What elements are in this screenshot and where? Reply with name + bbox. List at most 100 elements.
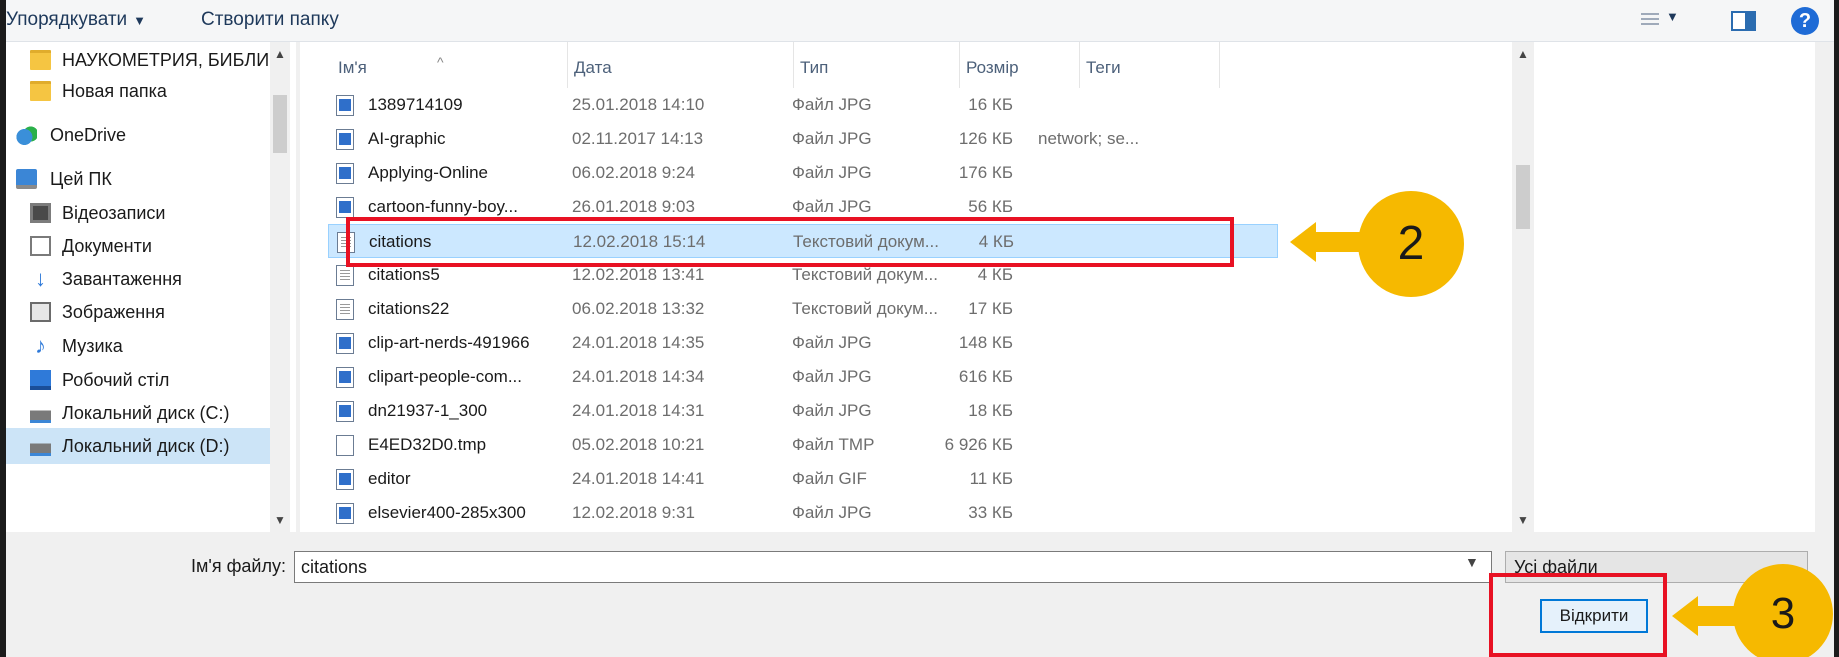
file-type: Файл JPG <box>792 129 872 148</box>
onedrive-icon <box>16 125 37 145</box>
file-name: elsevier400-285x300 <box>368 503 526 522</box>
file-list: Ім'я ^ Дата Тип Розмір Теги 1389714109 2… <box>300 42 1815 532</box>
column-header-tags[interactable]: Теги <box>1080 42 1220 88</box>
scroll-up-icon[interactable]: ▲ <box>1512 44 1534 64</box>
toolbar: Упорядкувати ▼ Створити папку ▼ ? <box>6 0 1834 42</box>
help-icon[interactable]: ? <box>1791 7 1819 35</box>
file-row[interactable]: E4ED32D0.tmp 05.02.2018 10:21 Файл TMP 6… <box>328 428 1268 462</box>
column-header-date[interactable]: Дата <box>568 42 794 88</box>
nav-item-this-pc[interactable]: Цей ПК <box>6 161 276 197</box>
file-type: Файл JPG <box>792 95 872 114</box>
highlight-box-selected-file <box>346 217 1234 267</box>
documents-icon <box>30 236 51 256</box>
file-row[interactable]: dn21937-1_300 24.01.2018 14:31 Файл JPG … <box>328 394 1268 428</box>
new-folder-button[interactable]: Створити папку <box>201 8 339 32</box>
view-details-icon <box>1641 13 1659 28</box>
nav-item-drive-d[interactable]: Локальний диск (D:) <box>6 428 276 464</box>
scroll-down-icon[interactable]: ▼ <box>270 510 290 530</box>
file-size: 16 КБ <box>968 95 1013 114</box>
file-size: 176 КБ <box>958 163 1013 182</box>
arrow-shaft <box>1314 232 1360 252</box>
file-type: Файл JPG <box>792 367 872 386</box>
file-date: 24.01.2018 14:35 <box>572 333 705 352</box>
file-size: 33 КБ <box>968 503 1013 522</box>
arrow-head <box>1290 222 1316 262</box>
file-type: Файл JPG <box>792 163 872 182</box>
arrow-head <box>1672 596 1698 636</box>
nav-item-label: Робочий стіл <box>62 370 170 390</box>
scroll-up-icon[interactable]: ▲ <box>270 44 290 64</box>
nav-item-documents[interactable]: Документи <box>6 228 276 264</box>
file-name: dn21937-1_300 <box>368 401 488 420</box>
file-row[interactable]: citations22 06.02.2018 13:32 Текстовий д… <box>328 292 1268 326</box>
file-size: 18 КБ <box>968 401 1013 420</box>
file-type: Файл JPG <box>792 401 872 420</box>
image-file-icon <box>336 95 354 116</box>
nav-item-onedrive[interactable]: OneDrive <box>6 117 276 153</box>
blank-file-icon <box>336 435 354 456</box>
file-name: 1389714109 <box>368 95 463 114</box>
nav-scrollbar[interactable]: ▲ ▼ <box>270 42 290 532</box>
file-size: 17 КБ <box>968 299 1013 318</box>
filename-input[interactable] <box>294 551 1492 583</box>
drive-icon <box>30 403 51 423</box>
column-header-label: Ім'я <box>338 58 367 77</box>
computer-icon <box>16 169 37 189</box>
nav-item-desktop[interactable]: Робочий стіл <box>6 362 276 398</box>
folder-icon <box>30 81 51 101</box>
chevron-down-icon[interactable]: ▼ <box>1465 554 1479 570</box>
filename-label: Ім'я файлу: <box>191 556 286 576</box>
file-name: citations22 <box>368 299 450 318</box>
file-name: Applying-Online <box>368 163 489 182</box>
preview-pane-icon[interactable] <box>1731 11 1756 31</box>
nav-item-label: Музика <box>62 336 123 356</box>
image-file-icon <box>336 163 354 184</box>
file-row[interactable]: clipart-people-com... 24.01.2018 14:34 Ф… <box>328 360 1268 394</box>
file-name: editor <box>368 469 411 488</box>
file-date: 24.01.2018 14:41 <box>572 469 705 488</box>
file-date: 25.01.2018 14:10 <box>572 95 705 114</box>
nav-item-pictures[interactable]: Зображення <box>6 294 276 330</box>
videos-icon <box>30 203 51 223</box>
nav-item-new-folder[interactable]: Новая папка <box>6 73 276 109</box>
nav-item-videos[interactable]: Відеозаписи <box>6 195 276 231</box>
file-type: Файл JPG <box>792 503 872 522</box>
pictures-icon <box>30 302 51 322</box>
image-file-icon <box>336 401 354 422</box>
file-size: 6 926 КБ <box>944 435 1013 454</box>
file-date: 05.02.2018 10:21 <box>572 435 705 454</box>
file-size: 148 КБ <box>958 333 1013 352</box>
file-list-scrollbar[interactable]: ▲ ▼ <box>1512 42 1534 532</box>
column-header-size[interactable]: Розмір <box>960 42 1080 88</box>
file-row[interactable]: AI-graphic 02.11.2017 14:13 Файл JPG 126… <box>328 122 1268 156</box>
file-row[interactable]: editor 24.01.2018 14:41 Файл GIF 11 КБ <box>328 462 1268 496</box>
file-row[interactable]: Applying-Online 06.02.2018 9:24 Файл JPG… <box>328 156 1268 190</box>
navigation-pane: НАУКОМЕТРИЯ, БИБЛИ Новая папка OneDrive … <box>6 42 296 532</box>
nav-item-music[interactable]: ♪ Музика <box>6 328 276 364</box>
nav-item-label: Цей ПК <box>50 169 112 189</box>
scrollbar-thumb[interactable] <box>273 95 287 153</box>
nav-item-drive-c[interactable]: Локальний диск (C:) <box>6 395 276 431</box>
file-row[interactable]: elsevier400-285x300 12.02.2018 9:31 Файл… <box>328 496 1268 530</box>
folder-icon <box>30 50 51 70</box>
file-type: Файл JPG <box>792 333 872 352</box>
image-file-icon <box>336 129 354 150</box>
change-view-button[interactable]: ▼ <box>1641 9 1683 32</box>
scroll-down-icon[interactable]: ▼ <box>1512 510 1534 530</box>
file-tags: network; se... <box>1038 129 1140 148</box>
file-name: clip-art-nerds-491966 <box>368 333 530 352</box>
frame-edge-right <box>1834 0 1839 657</box>
file-row[interactable]: 1389714109 25.01.2018 14:10 Файл JPG 16 … <box>328 88 1268 122</box>
file-name: AI-graphic <box>368 129 446 148</box>
image-file-icon <box>336 333 354 354</box>
file-row[interactable]: clip-art-nerds-491966 24.01.2018 14:35 Ф… <box>328 326 1268 360</box>
scrollbar-thumb[interactable] <box>1516 165 1530 229</box>
column-header-type[interactable]: Тип <box>794 42 960 88</box>
nav-item-downloads[interactable]: ↓ Завантаження <box>6 261 276 297</box>
organize-label: Упорядкувати <box>6 9 128 30</box>
column-header-name[interactable]: Ім'я ^ <box>332 42 568 88</box>
organize-button[interactable]: Упорядкувати ▼ <box>6 8 146 32</box>
step-2-callout: 2 <box>1358 191 1464 297</box>
file-date: 24.01.2018 14:31 <box>572 401 705 420</box>
file-date: 12.02.2018 9:31 <box>572 503 695 522</box>
